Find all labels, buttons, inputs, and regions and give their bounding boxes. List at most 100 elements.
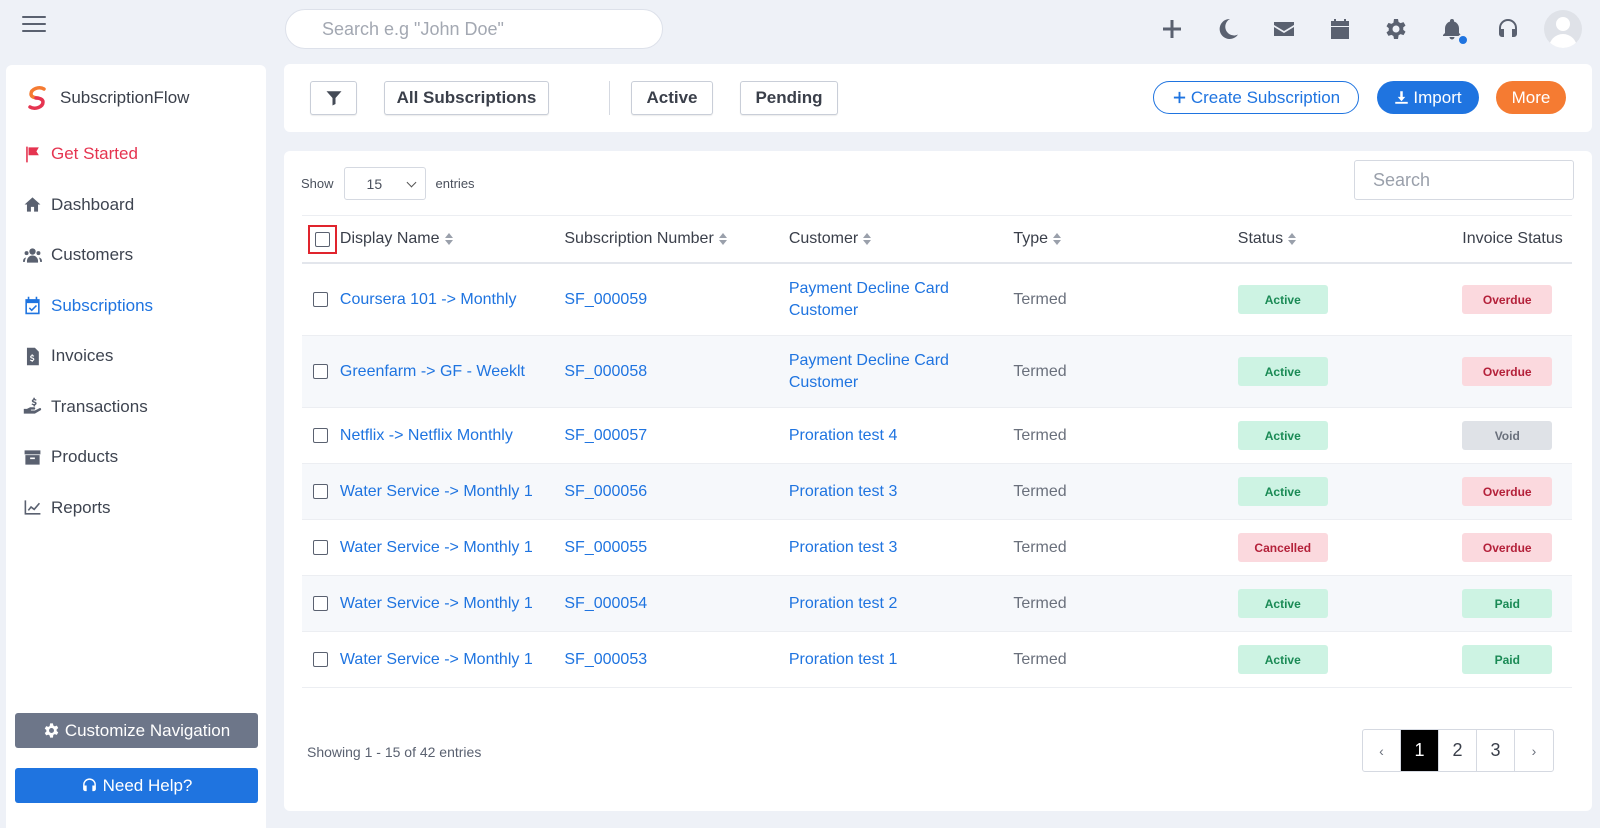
mail-icon[interactable]: [1270, 15, 1298, 43]
customer-link[interactable]: Proration test 4: [789, 425, 1013, 447]
column-header-status[interactable]: Status: [1238, 230, 1462, 248]
bell-icon[interactable]: [1438, 15, 1469, 46]
invoice-status-badge: Paid: [1462, 589, 1553, 618]
display-name-link[interactable]: Water Service -> Monthly 1: [340, 537, 564, 559]
active-filter-button[interactable]: Active: [631, 81, 713, 115]
row-checkbox[interactable]: [313, 428, 329, 443]
calendar-icon[interactable]: [1326, 15, 1354, 43]
table-search-input[interactable]: [1354, 160, 1574, 200]
column-header-subscription-number[interactable]: Subscription Number: [564, 230, 788, 248]
row-checkbox[interactable]: [313, 540, 329, 555]
customer-link[interactable]: Proration test 3: [789, 481, 1013, 503]
subscription-number-link[interactable]: SF_000053: [564, 649, 788, 671]
row-checkbox[interactable]: [313, 652, 329, 667]
home-icon: [24, 197, 41, 212]
customer-link[interactable]: Payment Decline Card Customer: [789, 350, 1013, 394]
headset-icon[interactable]: [1494, 15, 1522, 43]
sidebar-item-reports[interactable]: Reports: [6, 483, 266, 534]
sidebar-item-dashboard[interactable]: Dashboard: [6, 180, 266, 231]
chart-line-icon: [24, 500, 41, 515]
sort-icon: [1288, 233, 1297, 245]
sidebar-item-get-started[interactable]: Get Started: [6, 129, 266, 180]
invoice-icon: [26, 347, 39, 365]
row-checkbox-cell: [302, 428, 340, 443]
create-subscription-button[interactable]: Create Subscription: [1153, 81, 1359, 114]
subscription-number-link[interactable]: SF_000054: [564, 593, 788, 615]
row-checkbox[interactable]: [313, 484, 329, 499]
sidebar-item-transactions[interactable]: Transactions: [6, 382, 266, 433]
display-name-link[interactable]: Coursera 101 -> Monthly: [340, 289, 564, 311]
sort-icon: [863, 233, 872, 245]
subscription-number-link[interactable]: SF_000058: [564, 361, 788, 383]
notification-dot: [1457, 34, 1469, 46]
brand[interactable]: SubscriptionFlow: [24, 85, 189, 111]
row-checkbox-cell: [302, 484, 340, 499]
plus-icon[interactable]: [1158, 15, 1186, 43]
funnel-icon: [326, 91, 341, 106]
sidebar-item-invoices[interactable]: Invoices: [6, 331, 266, 382]
customer-link[interactable]: Proration test 2: [789, 593, 1013, 615]
entries-select[interactable]: 15: [343, 167, 426, 200]
subscription-number-link[interactable]: SF_000057: [564, 425, 788, 447]
gear-icon[interactable]: [1382, 15, 1410, 43]
column-header-type[interactable]: Type: [1013, 230, 1237, 248]
menu-toggle-icon[interactable]: [22, 16, 46, 34]
pending-filter-button[interactable]: Pending: [740, 81, 838, 115]
sidebar-item-label: Invoices: [51, 346, 114, 366]
customer-link[interactable]: Proration test 3: [789, 537, 1013, 559]
table-row: Water Service -> Monthly 1 SF_000056 Prora…: [302, 464, 1572, 520]
table-row: Greenfarm -> GF - Weeklt SF_000058 Payment…: [302, 336, 1572, 408]
row-checkbox-cell: [302, 292, 340, 307]
invoice-status-badge: Overdue: [1462, 477, 1553, 506]
avatar[interactable]: [1544, 10, 1582, 48]
row-checkbox[interactable]: [313, 292, 329, 307]
pagination-page-button[interactable]: 3: [1477, 730, 1515, 771]
status-cell: Active: [1237, 477, 1462, 506]
more-button[interactable]: More: [1496, 81, 1566, 114]
invoice-status-cell: Overdue: [1462, 357, 1572, 386]
column-header-invoice-status[interactable]: Invoice Status: [1462, 230, 1572, 248]
pagination: ‹ 1 2 3 ›: [1362, 729, 1554, 772]
sidebar-nav: Get Started Dashboard Customers Subscrip…: [6, 129, 266, 533]
display-name-link[interactable]: Water Service -> Monthly 1: [340, 593, 564, 615]
moon-icon[interactable]: [1214, 15, 1242, 43]
pagination-prev-button[interactable]: ‹: [1363, 730, 1401, 771]
filter-button[interactable]: [310, 81, 357, 115]
headset-icon: [82, 778, 96, 792]
customer-link[interactable]: Payment Decline Card Customer: [789, 278, 1013, 322]
row-checkbox[interactable]: [313, 364, 329, 379]
row-checkbox-cell: [302, 652, 340, 667]
all-subscriptions-button[interactable]: All Subscriptions: [384, 81, 549, 115]
type-cell: Termed: [1013, 650, 1067, 668]
display-name-link[interactable]: Netflix -> Netflix Monthly: [340, 425, 564, 447]
customer-link[interactable]: Proration test 1: [789, 649, 1013, 671]
display-name-link[interactable]: Greenfarm -> GF - Weeklt: [340, 361, 564, 383]
import-button[interactable]: Import: [1377, 81, 1479, 114]
invoice-status-badge: Paid: [1462, 645, 1553, 674]
pagination-next-button[interactable]: ›: [1515, 730, 1553, 771]
subscription-number-link[interactable]: SF_000059: [564, 289, 788, 311]
column-header-display-name[interactable]: Display Name: [340, 230, 564, 248]
subscription-number-link[interactable]: SF_000056: [564, 481, 788, 503]
table-header: Display Name Subscription Number Custome…: [302, 215, 1572, 264]
pagination-page-button[interactable]: 2: [1439, 730, 1477, 771]
sidebar-item-products[interactable]: Products: [6, 432, 266, 483]
type-cell: Termed: [1013, 290, 1067, 308]
sidebar-item-subscriptions[interactable]: Subscriptions: [6, 281, 266, 332]
pagination-page-button[interactable]: 1: [1401, 730, 1439, 771]
global-search-input[interactable]: [285, 9, 663, 49]
column-header-customer[interactable]: Customer: [789, 230, 1013, 248]
display-name-link[interactable]: Water Service -> Monthly 1: [340, 649, 564, 671]
row-checkbox[interactable]: [313, 596, 329, 611]
subscription-number-link[interactable]: SF_000055: [564, 537, 788, 559]
status-badge: Active: [1237, 645, 1328, 674]
display-name-link[interactable]: Water Service -> Monthly 1: [340, 481, 564, 503]
sidebar-item-label: Subscriptions: [51, 295, 154, 315]
column-header-label: Customer: [788, 230, 859, 247]
sidebar-item-customers[interactable]: Customers: [6, 230, 266, 281]
need-help-button[interactable]: Need Help?: [15, 768, 258, 803]
customize-navigation-button[interactable]: Customize Navigation: [15, 713, 258, 748]
filter-divider: [609, 81, 610, 115]
gear-icon: [44, 723, 59, 738]
select-all-checkbox[interactable]: [315, 231, 331, 247]
